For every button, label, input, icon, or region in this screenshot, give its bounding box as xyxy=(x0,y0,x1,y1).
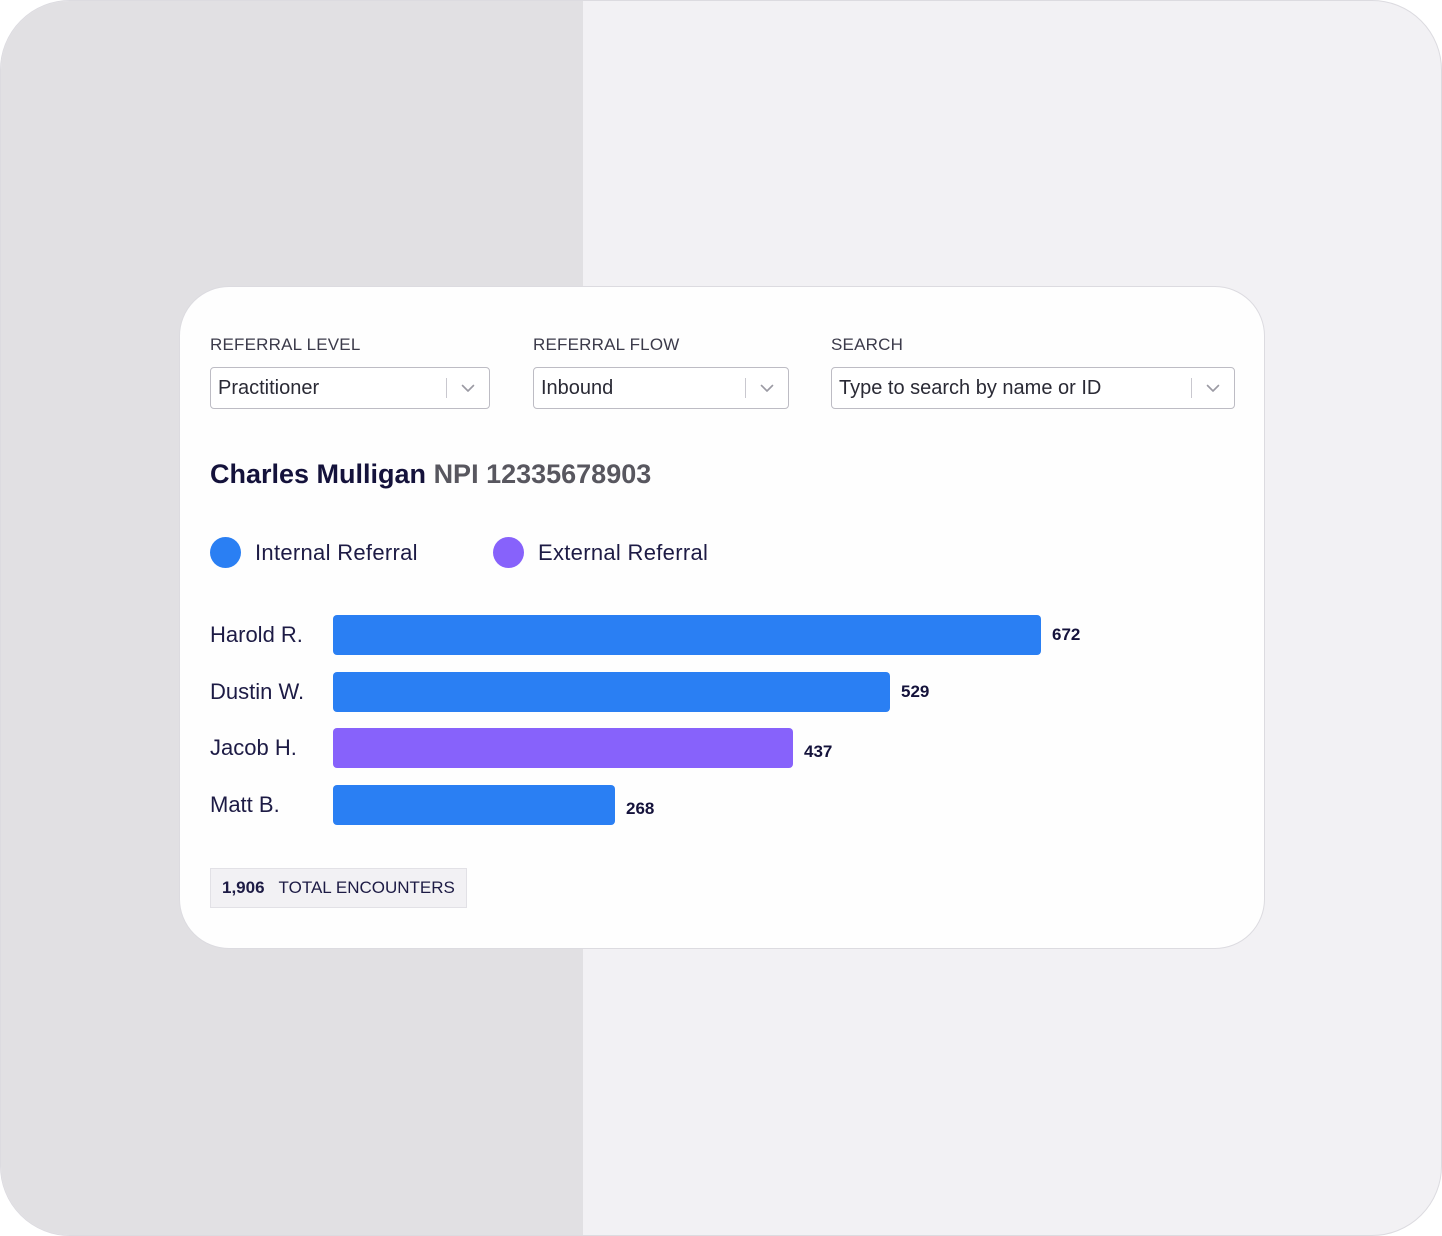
referral-level-value: Practitioner xyxy=(218,376,320,399)
bar[interactable] xyxy=(333,615,1041,655)
referral-level-label: REFERRAL LEVEL xyxy=(210,335,361,354)
bar-category-label: Matt B. xyxy=(210,791,280,817)
bar-category-label: Dustin W. xyxy=(210,678,305,704)
bar-value-label: 672 xyxy=(1052,625,1081,644)
referral-card: REFERRAL LEVEL Practitioner REFERRAL FLO… xyxy=(179,286,1265,949)
provider-heading: Charles Mulligan NPI 12335678903 xyxy=(210,459,651,490)
chevron-down-icon[interactable] xyxy=(447,368,489,408)
legend-internal: Internal Referral xyxy=(210,537,418,568)
referral-flow-value: Inbound xyxy=(541,376,614,399)
bar-category-label: Jacob H. xyxy=(210,735,297,760)
provider-name: Charles Mulligan xyxy=(210,459,427,489)
legend-dot-internal xyxy=(210,537,241,568)
total-label: TOTAL ENCOUNTERS xyxy=(278,878,455,897)
bar-value-label: 268 xyxy=(626,798,655,818)
bar-value-label: 529 xyxy=(901,681,930,701)
total-count: 1,906 xyxy=(222,878,265,897)
search-select[interactable]: Type to search by name or ID xyxy=(831,367,1235,409)
referral-level-select[interactable]: Practitioner xyxy=(210,367,490,409)
bar[interactable] xyxy=(333,728,793,768)
bar-value-label: 437 xyxy=(804,742,833,761)
legend-dot-external xyxy=(493,537,524,568)
chevron-down-icon[interactable] xyxy=(746,368,788,408)
bar[interactable] xyxy=(333,784,615,825)
legend-external: External Referral xyxy=(493,537,708,568)
provider-npi: NPI 12335678903 xyxy=(433,459,652,489)
search-label: SEARCH xyxy=(831,335,904,354)
total-encounters-badge: 1,906 TOTAL ENCOUNTERS xyxy=(210,868,467,908)
search-input[interactable]: Type to search by name or ID xyxy=(832,377,1191,400)
referral-flow-select[interactable]: Inbound xyxy=(533,367,789,409)
chevron-down-icon[interactable] xyxy=(1192,368,1234,408)
bar[interactable] xyxy=(333,671,890,712)
app-frame: REFERRAL LEVEL Practitioner REFERRAL FLO… xyxy=(0,0,1442,1236)
referral-flow-label: REFERRAL FLOW xyxy=(533,335,680,354)
legend-external-label: External Referral xyxy=(538,539,709,565)
bar-category-label: Harold R. xyxy=(210,622,303,647)
legend-internal-label: Internal Referral xyxy=(255,539,418,565)
